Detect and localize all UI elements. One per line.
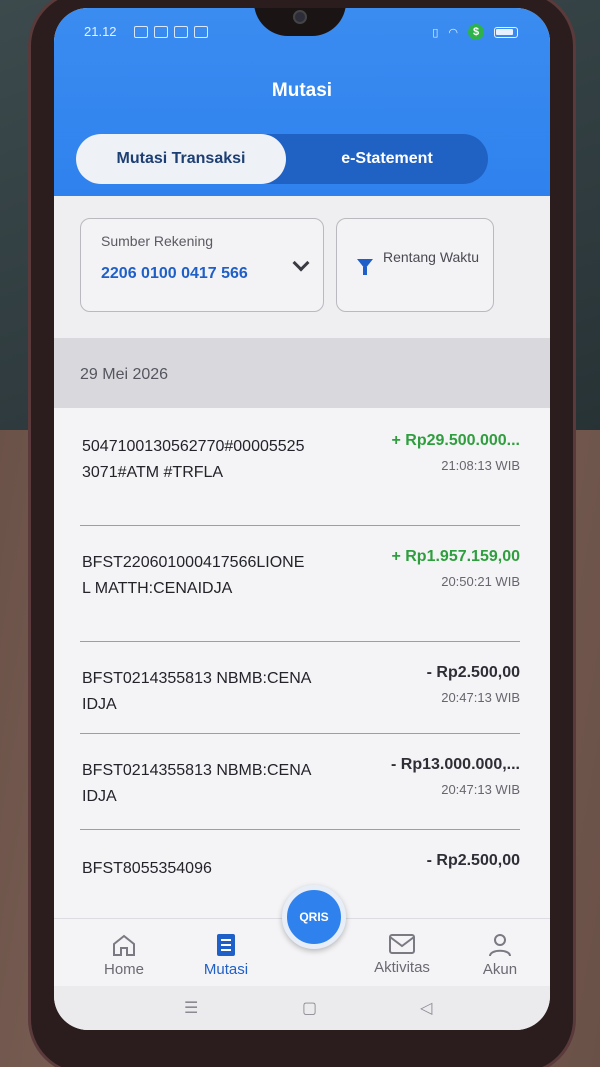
menu-icon[interactable]: ☰ xyxy=(184,998,198,1018)
notification-icon xyxy=(154,26,168,38)
tab-switcher: Mutasi Transaksi e-Statement xyxy=(76,134,488,184)
status-time: 21.12 xyxy=(84,24,117,39)
tab-e-statement[interactable]: e-Statement xyxy=(286,134,488,184)
app-header: 21.12 ▯ ◠ $ Mutasi Mutasi Transaksi e-St… xyxy=(54,8,550,196)
transaction-description: BFST0214355813 NBMB:CENAIDJA xyxy=(82,670,312,713)
home-square-icon[interactable]: ▢ xyxy=(302,998,317,1018)
transaction-list: 5047100130562770#000055253071#ATM #TRFLA… xyxy=(54,408,550,918)
system-navigation-bar: ☰ ▢ ◁ xyxy=(54,986,550,1030)
camera-icon xyxy=(293,10,307,24)
transaction-time: 20:47:13 WIB xyxy=(441,690,520,705)
transaction-row[interactable]: BFST220601000417566LIONEL MATTH:CENAIDJA… xyxy=(80,526,520,642)
nav-mutasi[interactable]: Mutasi xyxy=(186,933,266,978)
home-icon xyxy=(113,934,135,956)
mail-icon xyxy=(389,934,415,954)
transaction-description: BFST220601000417566LIONEL MATTH:CENAIDJA xyxy=(82,554,305,597)
transaction-row[interactable]: BFST0214355813 NBMB:CENAIDJA - Rp13.000.… xyxy=(80,734,520,830)
notification-icon xyxy=(174,26,188,38)
notification-icons xyxy=(134,26,208,38)
transaction-amount: + Rp1.957.159,00 xyxy=(391,548,520,565)
notification-icon xyxy=(194,26,208,38)
transaction-description: 5047100130562770#000055253071#ATM #TRFLA xyxy=(82,438,305,481)
bottom-navigation: QRIS Home Mutasi Aktivitas Akun xyxy=(54,885,550,986)
filter-area: Sumber Rekening 2206 0100 0417 566 Renta… xyxy=(54,196,550,338)
money-app-icon: $ xyxy=(468,24,484,40)
date-range-button[interactable]: Rentang Waktu xyxy=(336,218,494,312)
notification-icon xyxy=(134,26,148,38)
transaction-description: BFST0214355813 NBMB:CENAIDJA xyxy=(82,762,312,805)
transaction-amount: - Rp2.500,00 xyxy=(426,852,520,869)
status-indicators: ▯ ◠ $ xyxy=(432,24,518,40)
vibrate-icon: ▯ xyxy=(432,26,439,39)
transaction-row[interactable]: 5047100130562770#000055253071#ATM #TRFLA… xyxy=(80,408,520,526)
nav-home-label: Home xyxy=(103,961,144,978)
chevron-down-icon xyxy=(292,254,310,272)
nav-mutasi-label: Mutasi xyxy=(203,961,249,978)
transaction-amount: - Rp2.500,00 xyxy=(426,664,520,681)
date-group-header: 29 Mei 2026 xyxy=(54,338,550,408)
transaction-amount: + Rp29.500.000... xyxy=(391,432,520,449)
back-icon[interactable]: ◁ xyxy=(420,998,432,1018)
qris-button[interactable]: QRIS xyxy=(282,885,346,949)
nav-aktivitas-label: Aktivitas xyxy=(374,959,430,976)
filter-icon-stem xyxy=(363,267,367,275)
battery-icon xyxy=(494,26,518,38)
phone-screen: 21.12 ▯ ◠ $ Mutasi Mutasi Transaksi e-St… xyxy=(54,8,550,1030)
tab-mutasi-transaksi[interactable]: Mutasi Transaksi xyxy=(76,134,286,184)
source-account-dropdown[interactable]: Sumber Rekening 2206 0100 0417 566 xyxy=(80,218,324,312)
transaction-description: BFST8055354096 xyxy=(82,860,212,877)
date-range-label: Rentang Waktu xyxy=(383,249,479,265)
source-account-label: Sumber Rekening xyxy=(101,233,214,249)
transaction-time: 20:47:13 WIB xyxy=(441,782,520,797)
wifi-icon: ◠ xyxy=(448,26,458,39)
transaction-amount: - Rp13.000.000,... xyxy=(391,756,520,773)
list-icon xyxy=(217,934,235,956)
transaction-time: 21:08:13 WIB xyxy=(441,458,520,473)
transaction-time: 20:50:21 WIB xyxy=(441,574,520,589)
date-group-label: 29 Mei 2026 xyxy=(80,366,169,383)
user-icon xyxy=(489,934,511,957)
page-title: Mutasi xyxy=(271,80,333,101)
nav-akun-label: Akun xyxy=(482,961,518,978)
nav-akun[interactable]: Akun xyxy=(460,933,540,978)
transaction-row[interactable]: BFST0214355813 NBMB:CENAIDJA - Rp2.500,0… xyxy=(80,642,520,734)
nav-aktivitas[interactable]: Aktivitas xyxy=(362,933,442,976)
nav-home[interactable]: Home xyxy=(84,933,164,978)
source-account-value: 2206 0100 0417 566 xyxy=(101,265,248,282)
